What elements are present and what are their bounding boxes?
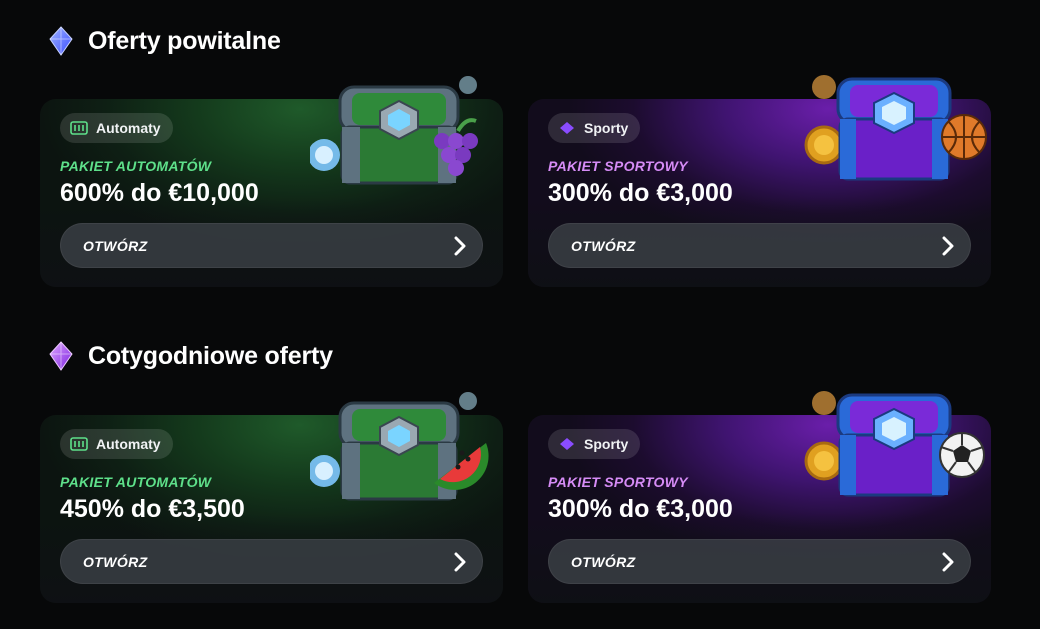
offer-amount: 300% do €3,000 [548,179,733,207]
category-badge: Sporty [548,429,641,459]
offer-card-sports-weekly[interactable]: Sporty PAKIET SPORTOWY 300% do €3,000 OT… [528,391,991,603]
offer-amount: 600% do €10,000 [60,179,259,207]
chevron-right-icon [942,236,954,255]
package-label: PAKIET SPORTOWY [548,474,688,490]
badge-label: Automaty [96,120,161,136]
badge-label: Automaty [96,436,161,452]
gem-icon [49,341,73,371]
offer-card-slots-weekly[interactable]: Automaty PAKIET AUTOMATÓW 450% do €3,500… [40,392,503,603]
section-header-welcome: Oferty powitalne [48,26,281,56]
open-button[interactable]: OTWÓRZ [60,223,483,268]
chevron-right-icon [942,552,954,571]
badge-label: Sporty [584,120,629,136]
open-button[interactable]: OTWÓRZ [548,223,971,268]
category-badge: Automaty [60,113,173,143]
package-label: PAKIET AUTOMATÓW [60,158,212,174]
offer-card-slots-welcome[interactable]: Automaty PAKIET AUTOMATÓW 600% do €10,00… [40,76,503,287]
package-label: PAKIET AUTOMATÓW [60,474,212,490]
section-title: Cotygodniowe oferty [88,341,333,370]
open-button-label: OTWÓRZ [571,553,636,570]
sports-icon [560,122,574,134]
category-badge: Sporty [548,113,641,143]
open-button-label: OTWÓRZ [83,553,148,570]
offer-card-sports-welcome[interactable]: Sporty PAKIET SPORTOWY 300% do €3,000 OT… [528,75,991,287]
category-badge: Automaty [60,429,173,459]
gem-icon [49,26,73,56]
sports-icon [560,438,574,450]
open-button[interactable]: OTWÓRZ [60,539,483,584]
chevron-right-icon [454,236,466,255]
offer-amount: 300% do €3,000 [548,495,733,523]
offer-amount: 450% do €3,500 [60,495,245,523]
open-button-label: OTWÓRZ [571,237,636,254]
badge-label: Sporty [584,436,629,452]
slot-machine-icon [70,121,88,135]
open-button-label: OTWÓRZ [83,237,148,254]
section-title: Oferty powitalne [88,26,281,55]
section-header-weekly: Cotygodniowe oferty [48,341,333,371]
open-button[interactable]: OTWÓRZ [548,539,971,584]
slot-machine-icon [70,437,88,451]
package-label: PAKIET SPORTOWY [548,158,688,174]
chevron-right-icon [454,552,466,571]
